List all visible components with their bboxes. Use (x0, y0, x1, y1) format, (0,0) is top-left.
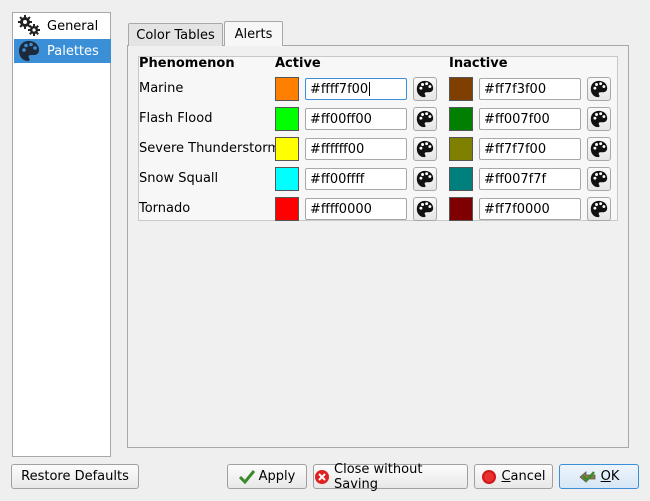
palette-icon (416, 140, 434, 158)
active-color-input[interactable]: #ff00ff00 (305, 108, 407, 130)
inactive-palette-button[interactable] (587, 77, 611, 101)
button-label: Cancel (501, 469, 546, 484)
palette-icon (416, 80, 434, 98)
palette-icon (416, 110, 434, 128)
inactive-color-swatch[interactable] (449, 167, 473, 191)
inactive-color-input[interactable]: #ff7f3f00 (479, 78, 581, 100)
row-label: Snow Squall (139, 171, 219, 186)
restore-defaults-button[interactable]: Restore Defaults (11, 464, 139, 489)
button-label: Restore Defaults (21, 469, 129, 484)
active-palette-button[interactable] (413, 167, 437, 191)
inactive-color-input[interactable]: #ff7f7f00 (479, 138, 581, 160)
inactive-color-input[interactable]: #ff007f7f (479, 168, 581, 190)
palette-icon (590, 170, 608, 188)
inactive-color-swatch[interactable] (449, 197, 473, 221)
button-label: Apply (258, 469, 296, 484)
active-color-swatch[interactable] (275, 167, 299, 191)
active-color-input[interactable]: #ffff0000 (305, 198, 407, 220)
inactive-color-swatch[interactable] (449, 137, 473, 161)
active-color-swatch[interactable] (275, 77, 299, 101)
active-color-swatch[interactable] (275, 137, 299, 161)
inactive-color-swatch[interactable] (449, 77, 473, 101)
button-label: Close without Saving (334, 461, 423, 492)
tab-color-tables[interactable]: Color Tables (128, 23, 223, 46)
inactive-color-input[interactable]: #ff7f0000 (479, 198, 581, 220)
active-color-swatch[interactable] (275, 197, 299, 221)
sidebar-item-label: General (47, 18, 99, 34)
row-label: Marine (139, 81, 184, 96)
sidebar-item-label: Palettes (47, 43, 99, 59)
active-palette-button[interactable] (413, 77, 437, 101)
gears-icon (17, 14, 41, 38)
inactive-color-input[interactable]: #ff007f00 (479, 108, 581, 130)
ok-button[interactable]: OK (559, 464, 639, 489)
settings-sidebar: General Palettes (12, 12, 111, 457)
palette-icon (590, 140, 608, 158)
active-color-input[interactable]: #ffffff00 (305, 138, 407, 160)
inactive-palette-button[interactable] (587, 167, 611, 191)
inactive-palette-button[interactable] (587, 137, 611, 161)
inactive-palette-button[interactable] (587, 197, 611, 221)
header-inactive: Inactive (449, 56, 508, 71)
palette-icon (590, 200, 608, 218)
palette-icon (590, 80, 608, 98)
inactive-color-swatch[interactable] (449, 107, 473, 131)
active-color-swatch[interactable] (275, 107, 299, 131)
apply-button[interactable]: Apply (227, 464, 307, 489)
cancel-button[interactable]: Cancel (474, 464, 553, 489)
inactive-palette-button[interactable] (587, 107, 611, 131)
palette-icon (416, 200, 434, 218)
tab-label: Color Tables (136, 27, 215, 43)
sidebar-item-palettes[interactable]: Palettes (14, 39, 111, 63)
tab-label: Alerts (234, 26, 273, 42)
palette-icon (17, 39, 41, 63)
close-without-saving-button[interactable]: Close without Saving (313, 461, 468, 492)
active-palette-button[interactable] (413, 107, 437, 131)
row-label: Flash Flood (139, 111, 213, 126)
checkmark-icon (238, 469, 255, 484)
row-label: Tornado (139, 201, 191, 216)
stop-icon (481, 469, 497, 485)
row-label: Severe Thunderstorm (139, 141, 280, 156)
tab-alerts[interactable]: Alerts (224, 21, 283, 46)
sidebar-item-general[interactable]: General (14, 14, 111, 38)
button-label: OK (600, 469, 620, 484)
palette-icon (590, 110, 608, 128)
active-palette-button[interactable] (413, 197, 437, 221)
header-active: Active (275, 56, 321, 71)
active-color-input[interactable]: #ff00ffff (305, 168, 407, 190)
active-palette-button[interactable] (413, 137, 437, 161)
palette-icon (416, 170, 434, 188)
ok-arrow-icon (578, 470, 597, 484)
header-phenomenon: Phenomenon (139, 56, 235, 71)
active-color-input[interactable]: #ffff7f00 (305, 78, 407, 100)
close-circle-icon (314, 469, 330, 485)
